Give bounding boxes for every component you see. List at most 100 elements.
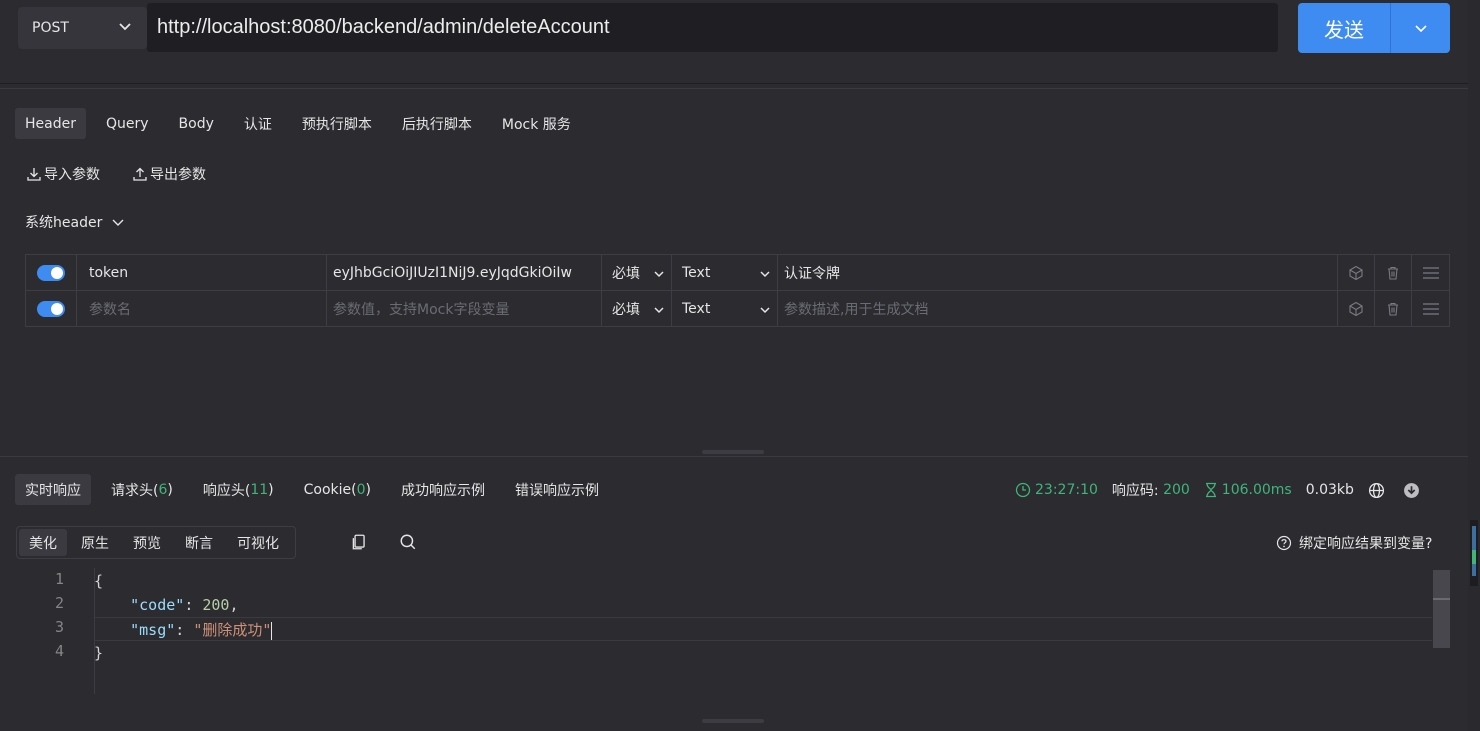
minimap-icon (1470, 520, 1478, 586)
chevron-down-icon (760, 307, 770, 314)
tab-auth[interactable]: 认证 (234, 108, 282, 139)
type-select[interactable]: Text (672, 255, 778, 290)
line-number: 4 (54, 642, 64, 660)
tab-beautify[interactable]: 美化 (19, 529, 67, 556)
method-label: POST (32, 20, 69, 36)
export-params-label: 导出参数 (150, 167, 206, 183)
response-status: 23:27:10 响应码: 200 106.00ms 0.03kb (1015, 480, 1438, 500)
count-badge: 6 (158, 481, 168, 498)
param-name-input[interactable]: token (77, 255, 327, 290)
param-description-input[interactable]: 参数描述,用于生成文档 (778, 291, 1338, 326)
chevron-down-icon (654, 271, 664, 278)
line-number: 2 (54, 594, 64, 612)
code-line: "code": 200, (130, 596, 239, 614)
tab-request-headers[interactable]: 请求头(6) (101, 474, 183, 505)
table-row: token eyJhbGciOiJIUzI1NiJ9.eyJqdGkiOiIw … (26, 255, 1449, 291)
required-select[interactable]: 必填 (602, 255, 672, 290)
response-duration: 106.00ms (1204, 482, 1292, 498)
delete-icon[interactable] (1375, 255, 1412, 290)
code-line: } (94, 644, 104, 662)
line-number: 1 (54, 570, 64, 588)
import-params-button[interactable]: 导入参数 (26, 164, 100, 184)
globe-icon[interactable] (1368, 482, 1389, 499)
request-tabs: Header Query Body 认证 预执行脚本 后执行脚本 Mock 服务 (15, 108, 591, 139)
text-cursor (271, 621, 273, 640)
drag-handle-icon[interactable] (1412, 255, 1449, 290)
search-icon[interactable] (399, 533, 417, 555)
tab-error-example[interactable]: 错误响应示例 (505, 474, 609, 505)
response-tools (350, 533, 448, 555)
tab-success-example[interactable]: 成功响应示例 (391, 474, 495, 505)
download-response-icon[interactable] (1403, 482, 1424, 499)
url-input[interactable]: http://localhost:8080/backend/admin/dele… (147, 3, 1278, 52)
export-params-button[interactable]: 导出参数 (132, 164, 206, 184)
param-value-input[interactable]: eyJhbGciOiJIUzI1NiJ9.eyJqdGkiOiIw (327, 255, 602, 290)
response-body-editor[interactable]: 1 2 3 4 { "code": 200, "msg": "删除成功" } (0, 568, 1450, 694)
tab-raw[interactable]: 原生 (71, 529, 119, 556)
tab-post-script[interactable]: 后执行脚本 (392, 108, 482, 139)
import-params-label: 导入参数 (44, 167, 100, 183)
bind-response-variable-link[interactable]: 绑定响应结果到变量? (1276, 533, 1432, 553)
send-button-group: 发送 (1298, 3, 1450, 53)
clock-icon (1015, 482, 1031, 498)
system-header-toggle[interactable]: 系统header (25, 212, 126, 232)
type-select[interactable]: Text (672, 291, 778, 326)
type-label: Text (682, 264, 711, 281)
tab-assert[interactable]: 断言 (175, 529, 223, 556)
chevron-down-icon (760, 271, 770, 278)
response-tabs: 实时响应 请求头(6) 响应头(11) Cookie(0) 成功响应示例 错误响… (15, 474, 619, 505)
code-line: { (94, 572, 104, 590)
tab-header[interactable]: Header (15, 108, 86, 139)
table-row: 参数名 参数值，支持Mock字段变量 必填 Text 参数描述,用于生成文档 (26, 291, 1449, 327)
upload-icon (133, 167, 147, 181)
resize-handle[interactable] (702, 450, 764, 454)
chevron-down-icon (654, 307, 664, 314)
response-time: 23:27:10 (1015, 482, 1098, 498)
tab-cookie[interactable]: Cookie(0) (294, 474, 381, 505)
tab-preview[interactable]: 预览 (123, 529, 171, 556)
drag-handle-icon[interactable] (1412, 291, 1449, 326)
tab-visualize[interactable]: 可视化 (227, 529, 289, 556)
tab-realtime-response[interactable]: 实时响应 (15, 474, 91, 505)
status-code: 响应码: 200 (1111, 482, 1190, 499)
system-header-label: 系统header (25, 215, 103, 231)
param-value-input[interactable]: 参数值，支持Mock字段变量 (327, 291, 602, 326)
param-name-input[interactable]: 参数名 (77, 291, 327, 326)
method-select[interactable]: POST (18, 7, 147, 49)
enable-toggle[interactable] (37, 264, 65, 281)
count-badge: 11 (250, 481, 269, 498)
mock-icon[interactable] (1338, 255, 1375, 290)
help-circle-icon (1276, 535, 1292, 551)
send-button[interactable]: 发送 (1298, 14, 1390, 43)
param-tools: 导入参数 导出参数 (26, 164, 238, 184)
mock-icon[interactable] (1338, 291, 1375, 326)
code-line-current: "msg": "删除成功" (94, 617, 1432, 641)
chevron-down-icon (112, 219, 124, 226)
response-size: 0.03kb (1305, 482, 1354, 498)
type-label: Text (682, 300, 711, 317)
bind-response-label: 绑定响应结果到变量? (1299, 536, 1433, 552)
view-mode-tabs: 美化 原生 预览 断言 可视化 (16, 526, 296, 559)
param-description-input[interactable]: 认证令牌 (778, 255, 1338, 290)
request-bar: POST http://localhost:8080/backend/admin… (0, 0, 1468, 84)
tab-query[interactable]: Query (96, 108, 159, 139)
chevron-down-icon (1414, 25, 1427, 33)
editor-scrollbar[interactable] (1433, 570, 1450, 648)
tab-body[interactable]: Body (169, 108, 224, 139)
count-badge: 0 (356, 481, 366, 498)
send-dropdown-button[interactable] (1391, 20, 1450, 36)
resize-handle[interactable] (702, 719, 764, 723)
header-params-table: token eyJhbGciOiJIUzI1NiJ9.eyJqdGkiOiIw … (25, 254, 1450, 327)
copy-icon[interactable] (350, 533, 368, 555)
line-number: 3 (54, 618, 64, 636)
download-icon (27, 168, 41, 181)
tab-mock[interactable]: Mock 服务 (492, 108, 581, 139)
required-label: 必填 (612, 301, 640, 318)
delete-icon[interactable] (1375, 291, 1412, 326)
required-label: 必填 (612, 265, 640, 282)
tab-response-headers[interactable]: 响应头(11) (193, 474, 284, 505)
tab-pre-script[interactable]: 预执行脚本 (292, 108, 382, 139)
required-select[interactable]: 必填 (602, 291, 672, 326)
page-scrollbar[interactable] (1468, 0, 1480, 731)
enable-toggle[interactable] (37, 300, 65, 317)
